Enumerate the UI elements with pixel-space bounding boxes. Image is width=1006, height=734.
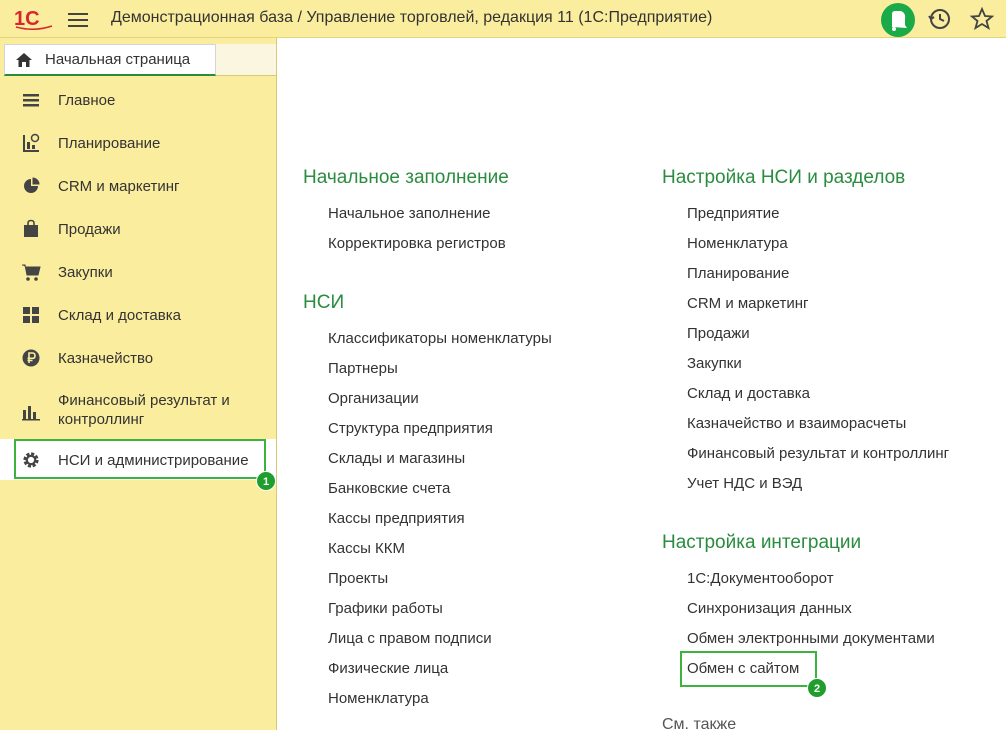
warehouse-grid-icon — [23, 307, 39, 323]
see-also-title: См. также — [662, 716, 737, 733]
link-enterprise-structure[interactable]: Структура предприятия — [328, 420, 493, 437]
link-projects[interactable]: Проекты — [328, 570, 388, 587]
link-site-exchange[interactable]: Обмен с сайтом — [687, 660, 799, 677]
link-pos-registers[interactable]: Кассы ККМ — [328, 540, 405, 557]
sidebar-item-crm[interactable]: CRM и маркетинг — [0, 167, 276, 205]
link-cash-desks[interactable]: Кассы предприятия — [328, 510, 465, 527]
link-warehouses-stores[interactable]: Склады и магазины — [328, 450, 465, 467]
sidebar-item-label: Финансовый результат и контроллинг — [58, 392, 230, 428]
sidebar-item-label: Казначейство — [58, 350, 154, 367]
link-initial-fill[interactable]: Начальное заполнение — [328, 205, 490, 222]
link-settings-finance[interactable]: Финансовый результат и контроллинг — [687, 445, 949, 462]
link-signatories[interactable]: Лица с правом подписи — [328, 630, 492, 647]
link-settings-warehouse[interactable]: Склад и доставка — [687, 385, 810, 402]
link-settings-enterprise[interactable]: Предприятие — [687, 205, 779, 222]
link-bank-accounts[interactable]: Банковские счета — [328, 480, 450, 497]
link-settings-vat[interactable]: Учет НДС и ВЭД — [687, 475, 802, 492]
section-title-nsi-settings: Настройка НСИ и разделов — [662, 167, 906, 188]
link-settings-treasury[interactable]: Казначейство и взаиморасчеты — [687, 415, 906, 432]
link-work-schedules[interactable]: Графики работы — [328, 600, 443, 617]
sidebar-item-treasury[interactable]: Казначейство — [0, 339, 276, 377]
sidebar-item-admin[interactable]: НСИ и администрирование — [0, 439, 276, 480]
section-title-initial-fill: Начальное заполнение — [303, 167, 509, 188]
link-item-classifiers[interactable]: Классификаторы номенклатуры — [328, 330, 552, 347]
gear-icon — [23, 452, 39, 468]
app-title: Демонстрационная база / Управление торго… — [111, 9, 713, 26]
link-settings-crm[interactable]: CRM и маркетинг — [687, 295, 808, 312]
link-settings-sales[interactable]: Продажи — [687, 325, 750, 342]
sidebar-item-label: Планирование — [58, 135, 161, 152]
home-icon — [16, 53, 32, 67]
menu-icon[interactable] — [68, 10, 88, 28]
sidebar-item-label: Главное — [58, 92, 116, 109]
link-nomenclature[interactable]: Номенклатура — [328, 690, 429, 707]
sidebar-item-label: Закупки — [58, 264, 113, 281]
shopping-bag-icon — [24, 219, 38, 237]
bar-chart-icon — [22, 406, 40, 421]
sidebar-item-main[interactable]: Главное — [0, 81, 276, 119]
svg-text:1С: 1С — [14, 8, 40, 30]
link-docflow[interactable]: 1С:Документооборот — [687, 570, 834, 587]
sidebar-item-label: НСИ и администрирование — [58, 452, 249, 469]
tab-home[interactable]: Начальная страница — [4, 44, 216, 76]
sidebar-item-label: Склад и доставка — [58, 307, 181, 324]
sidebar-item-warehouse[interactable]: Склад и доставка — [0, 296, 276, 334]
pie-chart-icon — [24, 177, 40, 193]
sidebar-item-planning[interactable]: Планирование — [0, 124, 276, 162]
link-settings-purchases[interactable]: Закупки — [687, 355, 742, 372]
link-organizations[interactable]: Организации — [328, 390, 419, 407]
link-settings-planning[interactable]: Планирование — [687, 265, 789, 282]
planning-icon — [23, 133, 40, 152]
star-icon[interactable] — [969, 6, 995, 32]
link-register-correction[interactable]: Корректировка регистров — [328, 235, 506, 252]
sidebar-item-label: Продажи — [58, 221, 121, 238]
bell-icon[interactable] — [881, 3, 915, 37]
tab-strip-filler — [216, 44, 276, 76]
link-edi-exchange[interactable]: Обмен электронными документами — [687, 630, 935, 647]
step-badge-2: 2 — [807, 678, 827, 698]
ruble-icon — [22, 349, 40, 367]
step-badge-1: 1 — [256, 471, 276, 491]
sidebar-item-finance[interactable]: Финансовый результат и контроллинг — [0, 382, 276, 438]
sidebar-item-label: CRM и маркетинг — [58, 178, 180, 195]
link-data-sync[interactable]: Синхронизация данных — [687, 600, 852, 617]
1c-logo: 1С — [14, 8, 53, 30]
history-icon[interactable] — [928, 7, 952, 31]
tab-home-label: Начальная страница — [45, 51, 191, 68]
section-title-nsi: НСИ — [303, 292, 345, 313]
sidebar: Начальная страница Главное Планирование … — [0, 38, 277, 730]
list-icon — [23, 94, 39, 107]
link-settings-nomenclature[interactable]: Номенклатура — [687, 235, 788, 252]
link-partners[interactable]: Партнеры — [328, 360, 398, 377]
section-title-integration: Настройка интеграции — [662, 532, 862, 553]
title-bar: 1С Демонстрационная база / Управление то… — [0, 0, 1006, 38]
cart-icon — [22, 264, 41, 281]
link-individuals[interactable]: Физические лица — [328, 660, 448, 677]
sidebar-item-sales[interactable]: Продажи — [0, 210, 276, 248]
sidebar-item-purchases[interactable]: Закупки — [0, 253, 276, 291]
